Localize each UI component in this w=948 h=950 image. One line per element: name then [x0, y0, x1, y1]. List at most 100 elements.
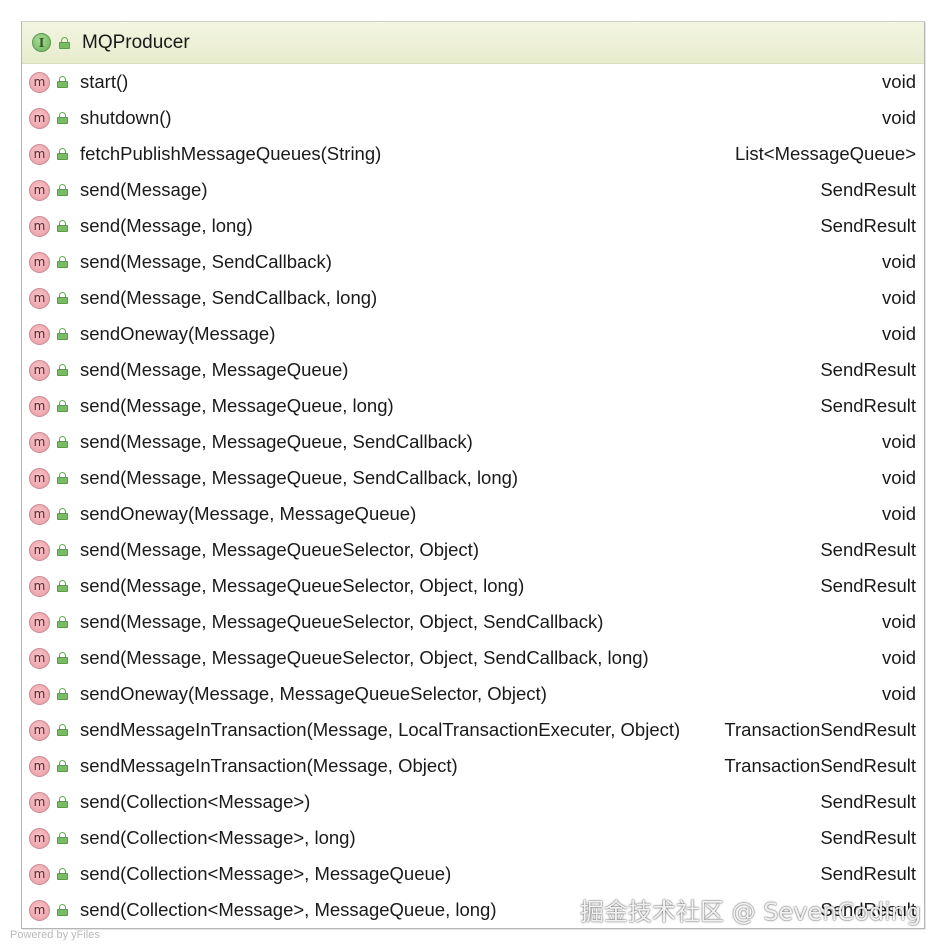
public-lock-icon: [57, 508, 69, 520]
method-row[interactable]: m send(Message, long) SendResult: [22, 208, 924, 244]
method-return-type: void: [882, 287, 916, 308]
method-return-type: SendResult: [820, 539, 916, 560]
public-lock-icon: [57, 904, 69, 916]
interface-name: MQProducer: [82, 31, 190, 53]
method-signature: sendMessageInTransaction(Message, Object…: [80, 755, 458, 776]
method-row[interactable]: m sendMessageInTransaction(Message, Objec…: [22, 748, 924, 784]
interface-header[interactable]: I MQProducer: [22, 22, 924, 64]
public-lock-icon: [57, 544, 69, 556]
public-lock-icon: [57, 256, 69, 268]
public-lock-icon: [57, 580, 69, 592]
method-return-type: void: [882, 71, 916, 92]
method-signature: send(Collection<Message>, long): [80, 827, 356, 848]
public-lock-icon: [57, 616, 69, 628]
method-row[interactable]: m send(Collection<Message>) SendResult: [22, 784, 924, 820]
method-row[interactable]: m sendMessageInTransaction(Message, Local…: [22, 712, 924, 748]
method-return-type: TransactionSendResult: [724, 755, 916, 776]
method-signature: send(Message, MessageQueueSelector, Obje…: [80, 575, 525, 596]
public-lock-icon: [57, 472, 69, 484]
method-icon: m: [29, 467, 50, 489]
method-signature: send(Message): [80, 179, 208, 200]
method-return-type: void: [882, 251, 916, 272]
method-icon: m: [29, 539, 50, 561]
public-lock-icon: [57, 796, 69, 808]
public-lock-icon: [57, 760, 69, 772]
method-row[interactable]: m send(Message, MessageQueue, SendCallbac…: [22, 424, 924, 460]
method-icon: m: [29, 215, 50, 237]
method-return-type: SendResult: [820, 179, 916, 200]
method-signature: send(Collection<Message>, MessageQueue): [80, 863, 452, 884]
method-return-type: List<MessageQueue>: [734, 143, 916, 164]
method-return-type: void: [882, 683, 916, 704]
method-row[interactable]: m send(Message, MessageQueueSelector, Obj…: [22, 604, 924, 640]
method-row[interactable]: m start() void: [22, 64, 924, 100]
public-lock-icon: [57, 724, 69, 736]
method-return-type: SendResult: [820, 359, 916, 380]
method-row[interactable]: m fetchPublishMessageQueues(String) List<M…: [22, 136, 924, 172]
method-return-type: TransactionSendResult: [724, 719, 916, 740]
method-signature: shutdown(): [80, 107, 172, 128]
method-signature: send(Message, MessageQueue): [80, 359, 349, 380]
method-icon: m: [29, 179, 50, 201]
method-icon: m: [29, 71, 50, 93]
method-row[interactable]: m send(Message, SendCallback) void: [22, 244, 924, 280]
method-row[interactable]: m send(Message, MessageQueueSelector, Obj…: [22, 532, 924, 568]
method-row[interactable]: m shutdown() void: [22, 100, 924, 136]
method-signature: send(Message, MessageQueue, long): [80, 395, 394, 416]
public-lock-icon: [57, 184, 69, 196]
public-lock-icon: [57, 400, 69, 412]
method-return-type: SendResult: [820, 575, 916, 596]
method-row[interactable]: m sendOneway(Message, MessageQueueSelecto…: [22, 676, 924, 712]
method-icon: m: [29, 143, 50, 165]
method-icon: m: [29, 503, 50, 525]
method-signature: fetchPublishMessageQueues(String): [80, 143, 382, 164]
method-icon: m: [29, 791, 50, 813]
method-signature: sendOneway(Message, MessageQueueSelector…: [80, 683, 547, 704]
method-row[interactable]: m send(Message, MessageQueueSelector, Obj…: [22, 640, 924, 676]
method-icon: m: [29, 431, 50, 453]
method-signature: sendOneway(Message): [80, 323, 276, 344]
public-lock-icon: [57, 436, 69, 448]
method-icon: m: [29, 251, 50, 273]
method-signature: send(Message, MessageQueueSelector, Obje…: [80, 539, 479, 560]
method-return-type: void: [882, 503, 916, 524]
method-row[interactable]: m send(Message, MessageQueue, SendCallbac…: [22, 460, 924, 496]
method-icon: m: [29, 287, 50, 309]
method-row[interactable]: m sendOneway(Message) void: [22, 316, 924, 352]
method-signature: send(Message, MessageQueue, SendCallback…: [80, 467, 519, 488]
public-lock-icon: [57, 328, 69, 340]
method-icon: m: [29, 827, 50, 849]
method-row[interactable]: m send(Collection<Message>, long) SendResu…: [22, 820, 924, 856]
powered-by-label: Powered by yFiles: [10, 929, 100, 941]
method-icon: m: [29, 107, 50, 129]
method-signature: send(Message, long): [80, 215, 253, 236]
public-lock-icon: [57, 220, 69, 232]
method-row[interactable]: m send(Message, SendCallback, long) void: [22, 280, 924, 316]
method-icon: m: [29, 683, 50, 705]
method-row[interactable]: m send(Message, MessageQueueSelector, Obj…: [22, 568, 924, 604]
method-row[interactable]: m send(Collection<Message>, MessageQueue)…: [22, 856, 924, 892]
method-row[interactable]: m send(Message, MessageQueue, long) SendRe…: [22, 388, 924, 424]
method-signature: send(Message, MessageQueueSelector, Obje…: [80, 647, 649, 668]
method-signature: send(Message, MessageQueue, SendCallback…: [80, 431, 473, 452]
method-icon: m: [29, 575, 50, 597]
public-lock-icon: [57, 652, 69, 664]
method-return-type: void: [882, 467, 916, 488]
method-signature: sendOneway(Message, MessageQueue): [80, 503, 417, 524]
method-row[interactable]: m send(Message, MessageQueue) SendResult: [22, 352, 924, 388]
class-diagram-node: I MQProducer m start() void m shutdown() void…: [21, 21, 925, 929]
public-lock-icon: [57, 292, 69, 304]
method-signature: send(Message, SendCallback, long): [80, 287, 378, 308]
method-signature: send(Message, SendCallback): [80, 251, 332, 272]
method-return-type: void: [882, 323, 916, 344]
public-lock-icon: [57, 148, 69, 160]
public-lock-icon: [57, 76, 69, 88]
method-row[interactable]: m sendOneway(Message, MessageQueue) void: [22, 496, 924, 532]
public-lock-icon: [57, 112, 69, 124]
method-return-type: void: [882, 431, 916, 452]
method-list: m start() void m shutdown() void m fetchPublish…: [22, 64, 924, 928]
method-icon: m: [29, 323, 50, 345]
method-icon: m: [29, 395, 50, 417]
method-icon: m: [29, 647, 50, 669]
method-row[interactable]: m send(Message) SendResult: [22, 172, 924, 208]
